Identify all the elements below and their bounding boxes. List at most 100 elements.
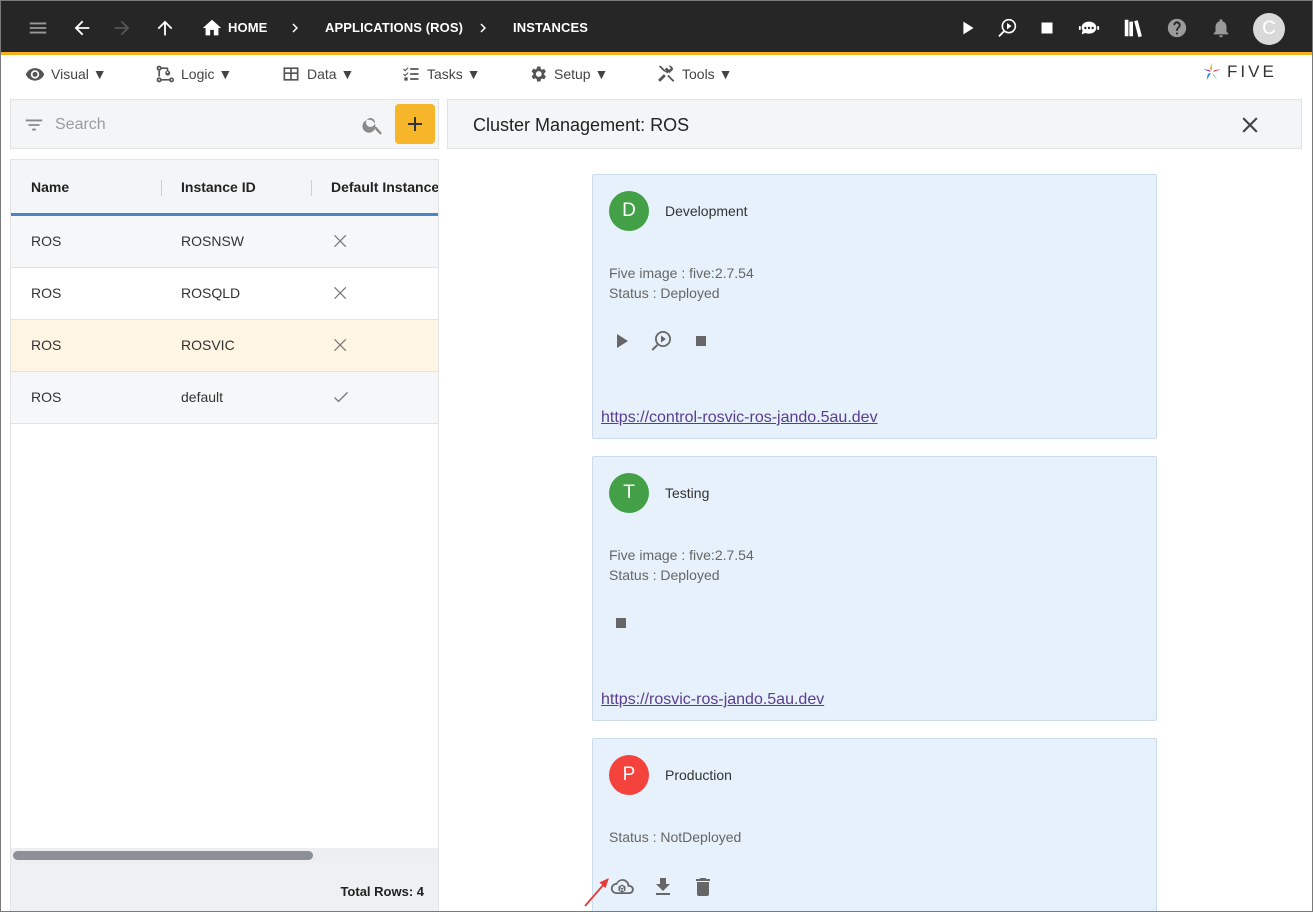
table-row[interactable]: ROS ROSNSW bbox=[11, 216, 438, 268]
stop-icon[interactable] bbox=[687, 327, 715, 355]
cell-instance-id: ROSVIC bbox=[181, 337, 235, 353]
play-icon[interactable] bbox=[607, 327, 635, 355]
cluster-status: Status : Deployed bbox=[609, 285, 720, 301]
debug-run-icon[interactable] bbox=[647, 327, 675, 355]
up-arrow-icon[interactable] bbox=[150, 13, 180, 43]
cluster-image: Five image : five:2.7.54 bbox=[609, 265, 754, 281]
column-divider[interactable] bbox=[161, 180, 162, 196]
menu-tools[interactable]: Tools ▼ bbox=[656, 63, 732, 85]
menu-icon[interactable] bbox=[23, 13, 53, 43]
cross-icon bbox=[331, 335, 351, 355]
close-icon[interactable] bbox=[1237, 112, 1263, 138]
cell-instance-id: ROSQLD bbox=[181, 285, 241, 301]
help-icon[interactable] bbox=[1162, 13, 1192, 43]
gear-icon bbox=[531, 66, 546, 82]
menu-data[interactable]: Data ▼ bbox=[281, 63, 354, 85]
scrollbar-thumb[interactable] bbox=[13, 851, 313, 860]
app-window: HOME APPLICATIONS (ROS) INSTANCES C Visu… bbox=[0, 0, 1313, 912]
annotation-arrow-icon bbox=[584, 878, 609, 907]
menu-setup-label: Setup ▼ bbox=[554, 66, 609, 82]
cluster-card-development: D Development Five image : five:2.7.54 S… bbox=[592, 174, 1157, 439]
plus-icon bbox=[408, 117, 422, 131]
instances-table: Name Instance ID Default Instance ROS RO… bbox=[10, 159, 439, 911]
search-icon[interactable] bbox=[361, 113, 385, 137]
search-bar bbox=[10, 99, 439, 149]
back-arrow-icon[interactable] bbox=[67, 13, 97, 43]
cluster-avatar: P bbox=[609, 755, 649, 795]
tools-icon bbox=[658, 65, 675, 82]
checklist-icon bbox=[403, 67, 419, 81]
cell-instance-id: default bbox=[181, 389, 224, 405]
cluster-url-link[interactable]: https://rosvic-ros-jando.5au.dev bbox=[601, 691, 824, 709]
cluster-url-link[interactable]: https://control-rosvic-ros-jando.5au.dev bbox=[601, 409, 878, 427]
filter-icon[interactable] bbox=[23, 114, 45, 136]
breadcrumb-applications[interactable]: APPLICATIONS (ROS) bbox=[325, 20, 463, 35]
stop-icon[interactable] bbox=[607, 609, 635, 637]
cluster-name: Testing bbox=[665, 485, 710, 501]
debug-run-icon[interactable] bbox=[992, 13, 1022, 43]
menu-data-label: Data ▼ bbox=[307, 66, 355, 82]
check-icon bbox=[331, 387, 351, 407]
play-icon[interactable] bbox=[953, 13, 983, 43]
horizontal-scrollbar[interactable] bbox=[11, 848, 438, 862]
add-button[interactable] bbox=[395, 104, 435, 144]
column-header-default-instance[interactable]: Default Instance bbox=[331, 179, 438, 195]
bell-icon[interactable] bbox=[1206, 13, 1236, 43]
five-logo-mark-icon bbox=[1202, 62, 1222, 81]
table-header: Name Instance ID Default Instance bbox=[11, 160, 438, 216]
user-avatar[interactable]: C bbox=[1253, 13, 1285, 45]
column-header-instance-id[interactable]: Instance ID bbox=[181, 179, 256, 195]
cell-name: ROS bbox=[31, 389, 62, 405]
menu-bar: Visual ▼ Logic ▼ Data ▼ Tasks ▼ Setup ▼ … bbox=[1, 55, 1312, 93]
cell-name: ROS bbox=[31, 337, 62, 353]
menu-setup[interactable]: Setup ▼ bbox=[528, 63, 608, 85]
library-icon[interactable] bbox=[1118, 13, 1148, 43]
cluster-image: Five image : five:2.7.54 bbox=[609, 547, 754, 563]
chevron-right-icon bbox=[285, 17, 305, 39]
cluster-avatar: D bbox=[609, 191, 649, 231]
breadcrumb-instances[interactable]: INSTANCES bbox=[513, 20, 588, 35]
table-icon bbox=[283, 67, 299, 81]
cluster-card-production: P Production Status : NotDeployed bbox=[592, 738, 1157, 911]
panel-header: Cluster Management: ROS bbox=[447, 99, 1302, 149]
menu-visual[interactable]: Visual ▼ bbox=[25, 63, 107, 85]
column-header-name[interactable]: Name bbox=[31, 179, 69, 195]
table-footer: Total Rows: 4 bbox=[11, 862, 438, 911]
table-row[interactable]: ROS ROSQLD bbox=[11, 268, 438, 320]
menu-visual-label: Visual ▼ bbox=[51, 66, 107, 82]
menu-tasks[interactable]: Tasks ▼ bbox=[401, 63, 481, 85]
cluster-avatar: T bbox=[609, 473, 649, 513]
top-bar: HOME APPLICATIONS (ROS) INSTANCES C bbox=[1, 1, 1312, 55]
cell-name: ROS bbox=[31, 233, 62, 249]
cross-icon bbox=[331, 283, 351, 303]
forward-arrow-icon[interactable] bbox=[107, 13, 137, 43]
panel-title: Cluster Management: ROS bbox=[473, 115, 690, 135]
menu-tools-label: Tools ▼ bbox=[682, 66, 733, 82]
table-row-selected[interactable]: ROS ROSVIC bbox=[11, 320, 438, 372]
column-divider[interactable] bbox=[311, 180, 312, 196]
cluster-card-testing: T Testing Five image : five:2.7.54 Statu… bbox=[592, 456, 1157, 721]
cluster-status: Status : NotDeployed bbox=[609, 829, 742, 845]
search-input[interactable] bbox=[55, 112, 355, 138]
download-icon[interactable] bbox=[649, 873, 677, 901]
logic-flow-icon bbox=[156, 65, 175, 83]
delete-icon[interactable] bbox=[689, 873, 717, 901]
eye-icon bbox=[25, 68, 45, 81]
cell-instance-id: ROSNSW bbox=[181, 233, 244, 249]
menu-logic[interactable]: Logic ▼ bbox=[155, 63, 232, 85]
chevron-right-icon bbox=[473, 17, 493, 39]
table-row[interactable]: ROS default bbox=[11, 372, 438, 424]
cluster-name: Production bbox=[665, 767, 732, 783]
menu-logic-label: Logic ▼ bbox=[181, 66, 233, 82]
stop-icon[interactable] bbox=[1032, 13, 1062, 43]
chat-bot-icon[interactable] bbox=[1074, 13, 1104, 43]
home-icon[interactable] bbox=[197, 13, 227, 43]
cluster-status: Status : Deployed bbox=[609, 567, 720, 583]
five-logo: FIVE bbox=[1201, 59, 1293, 85]
menu-tasks-label: Tasks ▼ bbox=[427, 66, 481, 82]
total-rows: Total Rows: 4 bbox=[340, 884, 424, 899]
cross-icon bbox=[331, 231, 351, 251]
breadcrumb-home[interactable]: HOME bbox=[228, 20, 267, 35]
five-logo-text: FIVE bbox=[1227, 62, 1277, 81]
cluster-name: Development bbox=[665, 203, 748, 219]
